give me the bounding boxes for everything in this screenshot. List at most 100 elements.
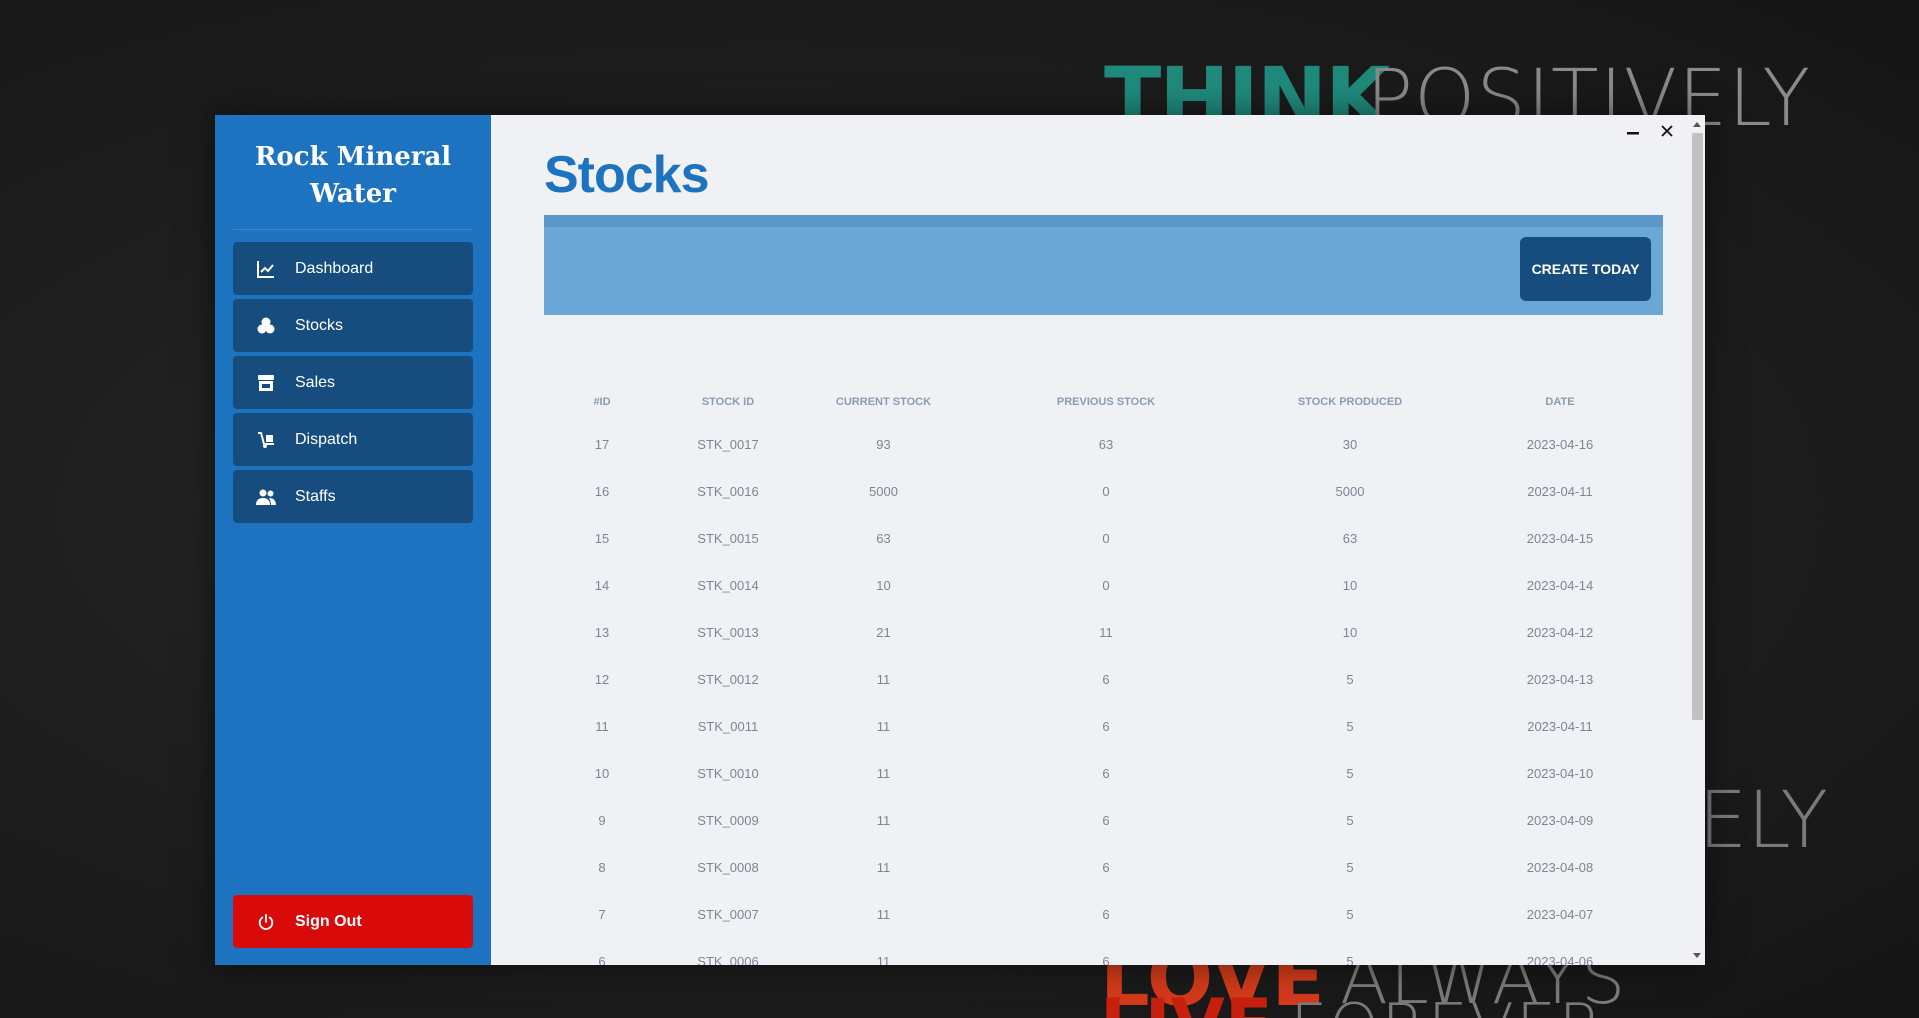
vertical-scrollbar[interactable] [1689, 115, 1705, 965]
sidebar-item-label: Dispatch [295, 430, 358, 448]
table-body: 17 STK_0017 93 63 30 2023-04-16 16 STK_0016 5000… [544, 421, 1661, 965]
cell-date: 2023-04-06 [1526, 954, 1594, 965]
table-row[interactable]: 11 STK_0011 11 6 5 2023-04-11 [544, 703, 1661, 750]
cell-date: 2023-04-16 [1526, 437, 1594, 452]
cell-stock-id: STK_0013 [697, 625, 759, 640]
wallpaper-live-text: LIVE [1100, 990, 1273, 1018]
cell-stock-id: STK_0015 [697, 531, 759, 546]
cell-stock-id: STK_0006 [697, 954, 759, 965]
sidebar-item-dispatch[interactable]: Dispatch [233, 413, 473, 466]
scroll-up-arrow-icon[interactable] [1692, 119, 1702, 129]
cell-date: 2023-04-11 [1527, 484, 1593, 499]
cell-current-stock: 11 [876, 860, 891, 875]
cell-stock-id: STK_0007 [697, 907, 759, 922]
sidebar-item-sales[interactable]: Sales [233, 356, 473, 409]
table-row[interactable]: 10 STK_0010 11 6 5 2023-04-10 [544, 750, 1661, 797]
cell-date: 2023-04-08 [1526, 860, 1594, 875]
cell-previous-stock: 6 [1102, 766, 1110, 781]
cell-stock-produced: 30 [1342, 437, 1358, 452]
scrollbar-thumb[interactable] [1692, 133, 1703, 720]
cell-id: 11 [595, 719, 609, 734]
cell-stock-id: STK_0014 [697, 578, 759, 593]
cell-stock-id: STK_0010 [697, 766, 759, 781]
column-header-stock-produced[interactable]: STOCK PRODUCED [1241, 383, 1459, 421]
cell-id: 17 [594, 437, 610, 452]
power-icon [255, 911, 277, 933]
cell-stock-id: STK_0011 [697, 719, 759, 734]
cell-id: 13 [594, 625, 610, 640]
column-header-previous-stock[interactable]: PREVIOUS STOCK [971, 383, 1241, 421]
app-window: Rock Mineral Water Dashboard Stocks Sale… [215, 115, 1705, 965]
sign-out-button[interactable]: Sign Out [233, 895, 473, 948]
cell-stock-produced: 5 [1346, 813, 1354, 828]
cell-id: 8 [598, 860, 606, 875]
cell-previous-stock: 6 [1102, 813, 1110, 828]
table-row[interactable]: 15 STK_0015 63 0 63 2023-04-15 [544, 515, 1661, 562]
chart-line-icon [255, 258, 277, 280]
window-controls [1625, 123, 1675, 139]
cell-id: 15 [594, 531, 610, 546]
table-row[interactable]: 14 STK_0014 10 0 10 2023-04-14 [544, 562, 1661, 609]
cell-current-stock: 11 [876, 719, 891, 734]
cell-stock-produced: 5 [1346, 907, 1354, 922]
stocks-table: #ID STOCK ID CURRENT STOCK PREVIOUS STOC… [544, 383, 1661, 965]
cell-id: 16 [594, 484, 610, 499]
column-header-id[interactable]: #ID [544, 383, 660, 421]
table-row[interactable]: 9 STK_0009 11 6 5 2023-04-09 [544, 797, 1661, 844]
cell-date: 2023-04-15 [1526, 531, 1594, 546]
cell-previous-stock: 6 [1102, 907, 1110, 922]
cell-id: 6 [598, 954, 606, 965]
cell-date: 2023-04-11 [1527, 719, 1593, 734]
cell-previous-stock: 0 [1102, 484, 1110, 499]
cell-id: 9 [598, 813, 606, 828]
store-icon [255, 372, 277, 394]
cell-date: 2023-04-13 [1526, 672, 1594, 687]
close-icon[interactable] [1659, 123, 1675, 139]
cell-previous-stock: 6 [1102, 672, 1110, 687]
cell-current-stock: 93 [876, 437, 891, 452]
cell-stock-produced: 5 [1346, 860, 1354, 875]
sidebar-item-label: Sales [295, 373, 336, 391]
sidebar-item-dashboard[interactable]: Dashboard [233, 242, 473, 295]
cell-current-stock: 21 [876, 625, 891, 640]
create-today-button[interactable]: CREATE TODAY [1520, 237, 1651, 301]
table-row[interactable]: 6 STK_0006 11 6 5 2023-04-06 [544, 938, 1661, 965]
scroll-down-arrow-icon[interactable] [1692, 951, 1702, 961]
wallpaper-forever-text: FOREVER [1290, 996, 1605, 1018]
cell-date: 2023-04-10 [1526, 766, 1594, 781]
column-header-current-stock[interactable]: CURRENT STOCK [796, 383, 971, 421]
cell-date: 2023-04-14 [1526, 578, 1594, 593]
sidebar-item-label: Staffs [295, 487, 336, 505]
cell-stock-produced: 5 [1346, 954, 1354, 965]
cell-current-stock: 11 [876, 672, 891, 687]
cell-previous-stock: 63 [1098, 437, 1114, 452]
table-row[interactable]: 8 STK_0008 11 6 5 2023-04-08 [544, 844, 1661, 891]
cell-stock-produced: 10 [1342, 578, 1358, 593]
column-header-date[interactable]: DATE [1459, 383, 1661, 421]
cell-current-stock: 11 [876, 954, 891, 965]
sidebar-item-label: Stocks [295, 316, 344, 334]
users-icon [255, 486, 277, 508]
table-row[interactable]: 17 STK_0017 93 63 30 2023-04-16 [544, 421, 1661, 468]
cell-date: 2023-04-07 [1526, 907, 1594, 922]
table-row[interactable]: 16 STK_0016 5000 0 5000 2023-04-11 [544, 468, 1661, 515]
cell-previous-stock: 6 [1102, 954, 1110, 965]
cell-stock-produced: 5 [1346, 719, 1354, 734]
cell-stock-id: STK_0009 [697, 813, 759, 828]
cell-current-stock: 63 [876, 531, 891, 546]
cell-previous-stock: 11 [1099, 625, 1113, 640]
sidebar: Rock Mineral Water Dashboard Stocks Sale… [215, 115, 491, 965]
minimize-icon[interactable] [1625, 123, 1641, 139]
sidebar-item-stocks[interactable]: Stocks [233, 299, 473, 352]
sidebar-item-staffs[interactable]: Staffs [233, 470, 473, 523]
cell-date: 2023-04-09 [1526, 813, 1594, 828]
cell-current-stock: 11 [876, 766, 891, 781]
sign-out-label: Sign Out [295, 912, 362, 930]
table-row[interactable]: 7 STK_0007 11 6 5 2023-04-07 [544, 891, 1661, 938]
cell-stock-produced: 5 [1346, 766, 1354, 781]
cell-id: 10 [594, 766, 610, 781]
cell-stock-id: STK_0017 [697, 437, 759, 452]
column-header-stock-id[interactable]: STOCK ID [660, 383, 796, 421]
table-row[interactable]: 12 STK_0012 11 6 5 2023-04-13 [544, 656, 1661, 703]
table-row[interactable]: 13 STK_0013 21 11 10 2023-04-12 [544, 609, 1661, 656]
